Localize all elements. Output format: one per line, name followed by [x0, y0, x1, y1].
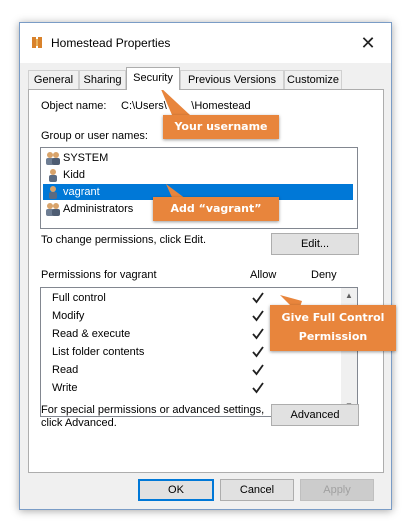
add-vagrant-callout: Add “vagrant” [153, 197, 279, 221]
tab-security[interactable]: Security [126, 67, 180, 90]
change-permissions-text: To change permissions, click Edit. [41, 234, 207, 246]
window-title: Homestead Properties [51, 36, 171, 50]
allow-checkmark-icon [252, 310, 264, 322]
user-name: Kidd [63, 169, 86, 181]
special-permissions-text: For special permissions or advanced sett… [41, 404, 265, 416]
permission-name: Write [52, 382, 78, 394]
special-permissions-text-2: click Advanced. [41, 417, 117, 429]
allow-header: Allow [250, 269, 277, 281]
permission-row: Read [41, 362, 341, 380]
user-list-item[interactable]: Kidd [43, 167, 353, 183]
permission-name: Read [52, 364, 79, 376]
ok-button[interactable]: OK [138, 479, 214, 501]
properties-dialog: Homestead Properties ✕ General Sharing Sec… [19, 22, 396, 510]
group-names-label: Group or user names: [41, 130, 148, 142]
tab-strip: General Sharing Security Previous Versions C… [28, 67, 382, 90]
object-name-label: Object name: [41, 100, 107, 112]
close-button[interactable]: ✕ [345, 23, 391, 63]
permission-name: Full control [52, 292, 106, 304]
user-name: Administrators [63, 203, 134, 215]
advanced-button[interactable]: Advanced [271, 404, 359, 426]
cancel-button[interactable]: Cancel [220, 479, 294, 501]
tab-sharing[interactable]: Sharing [79, 70, 126, 89]
permission-name: Modify [52, 310, 85, 322]
allow-checkmark-icon [252, 364, 264, 376]
permission-name: List folder contents [52, 346, 145, 358]
scroll-up-icon[interactable]: ▲ [341, 288, 357, 304]
allow-checkmark-icon [252, 292, 264, 304]
full-control-callout-line1: Give Full Control [281, 311, 385, 324]
folder-properties-icon [32, 37, 42, 48]
user-name: vagrant [63, 186, 100, 198]
deny-header: Deny [311, 269, 337, 281]
full-control-callout-line2: Permission [298, 330, 368, 343]
allow-checkmark-icon [252, 328, 264, 340]
title-bar: Homestead Properties ✕ [20, 23, 391, 63]
user-icon [49, 169, 57, 182]
allow-checkmark-icon [252, 346, 264, 358]
permission-row: Write [41, 380, 341, 398]
tab-customize[interactable]: Customize [284, 70, 342, 89]
full-control-callout: Give Full Control Permission [270, 305, 396, 351]
permissions-label: Permissions for vagrant [41, 269, 157, 281]
user-list-item[interactable]: SYSTEM [43, 150, 353, 166]
user-icon [49, 186, 57, 199]
user-group-icon [46, 203, 60, 216]
username-callout: Your username [163, 115, 279, 139]
user-name: SYSTEM [63, 152, 109, 164]
user-group-icon [46, 152, 60, 165]
permission-name: Read & execute [52, 328, 131, 340]
tab-general[interactable]: General [28, 70, 79, 89]
edit-button[interactable]: Edit... [271, 233, 359, 255]
apply-button[interactable]: Apply [300, 479, 374, 501]
allow-checkmark-icon [252, 382, 264, 394]
